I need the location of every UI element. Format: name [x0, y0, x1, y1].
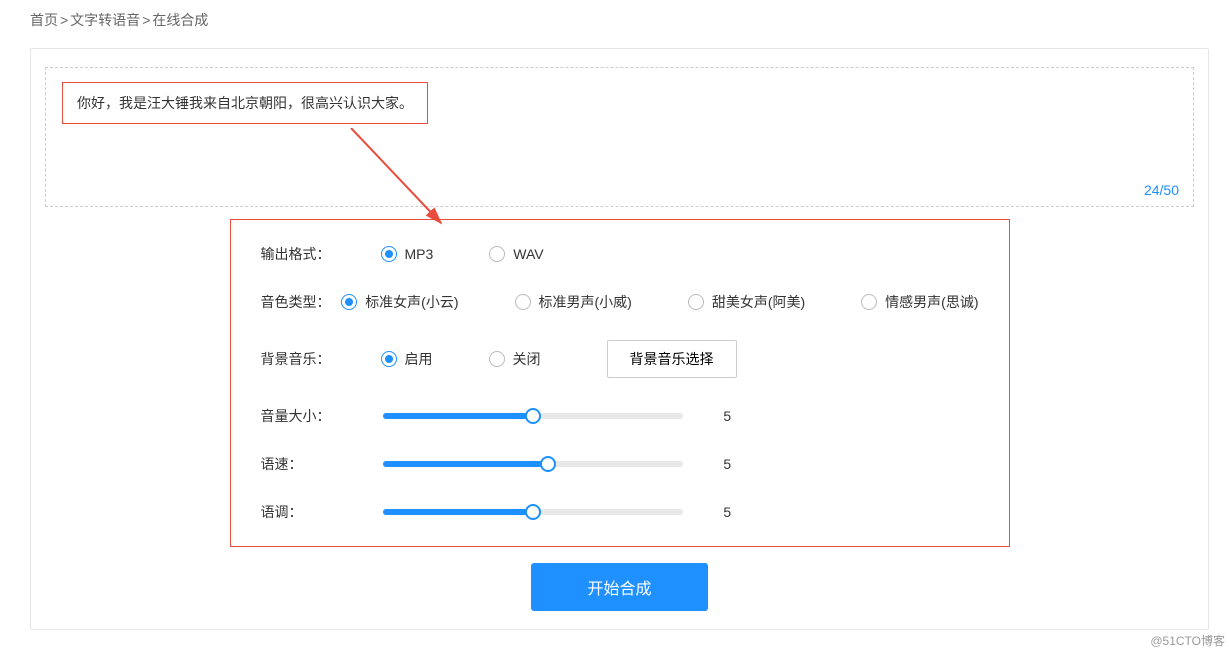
slider-speed[interactable]	[383, 461, 683, 467]
volume-value: 5	[723, 408, 743, 424]
breadcrumb-tts[interactable]: 文字转语音	[70, 12, 140, 28]
radio-format-wav[interactable]: WAV	[489, 246, 543, 262]
label-pitch: 语调：	[261, 502, 364, 522]
row-bgm: 背景音乐： 启用 关闭 背景音乐选择	[261, 340, 979, 378]
row-speed: 语速： 5	[261, 454, 979, 474]
row-voice-type: 音色类型： 标准女声(小云) 标准男声(小威) 甜美女声(阿美) 情感男声(思诚…	[261, 292, 979, 312]
watermark: @51CTO博客	[1150, 632, 1225, 649]
main-card: 你好，我是汪大锤我来自北京朝阳，很高兴认识大家。 24/50 输出格式： MP3…	[30, 48, 1209, 630]
slider-pitch-fill	[383, 509, 533, 515]
row-output-format: 输出格式： MP3 WAV	[261, 244, 979, 264]
input-text: 你好，我是汪大锤我来自北京朝阳，很高兴认识大家。	[62, 82, 428, 124]
label-output-format: 输出格式：	[261, 244, 381, 264]
pitch-value: 5	[723, 504, 743, 520]
slider-speed-fill	[383, 461, 548, 467]
row-pitch: 语调： 5	[261, 502, 979, 522]
char-counter: 24/50	[1144, 182, 1179, 198]
slider-pitch-thumb[interactable]	[525, 504, 541, 520]
radio-voice-male-emotion[interactable]: 情感男声(思诚)	[861, 292, 978, 312]
settings-panel: 输出格式： MP3 WAV 音色类型： 标准女声(小云) 标准男声(小威) 甜美…	[230, 219, 1010, 547]
slider-volume[interactable]	[383, 413, 683, 419]
slider-volume-thumb[interactable]	[525, 408, 541, 424]
slider-pitch[interactable]	[383, 509, 683, 515]
slider-volume-fill	[383, 413, 533, 419]
breadcrumb-current: 在线合成	[152, 12, 208, 28]
radio-voice-male-std[interactable]: 标准男声(小威)	[515, 292, 632, 312]
bgm-select-button[interactable]: 背景音乐选择	[607, 340, 737, 378]
label-volume: 音量大小：	[261, 406, 364, 426]
breadcrumb-home[interactable]: 首页	[30, 12, 58, 28]
radio-bgm-disable[interactable]: 关闭	[489, 349, 541, 369]
label-voice-type: 音色类型：	[261, 292, 342, 312]
text-input-area[interactable]: 你好，我是汪大锤我来自北京朝阳，很高兴认识大家。 24/50	[45, 67, 1194, 207]
label-bgm: 背景音乐：	[261, 349, 381, 369]
breadcrumb: 首页>文字转语音>在线合成	[30, 10, 1209, 30]
label-speed: 语速：	[261, 454, 364, 474]
radio-format-mp3[interactable]: MP3	[381, 246, 434, 262]
submit-button[interactable]: 开始合成	[531, 563, 707, 611]
row-volume: 音量大小： 5	[261, 406, 979, 426]
radio-voice-female-std[interactable]: 标准女声(小云)	[341, 292, 458, 312]
slider-speed-thumb[interactable]	[540, 456, 556, 472]
radio-bgm-enable[interactable]: 启用	[381, 349, 433, 369]
speed-value: 5	[723, 456, 743, 472]
radio-voice-female-sweet[interactable]: 甜美女声(阿美)	[688, 292, 805, 312]
